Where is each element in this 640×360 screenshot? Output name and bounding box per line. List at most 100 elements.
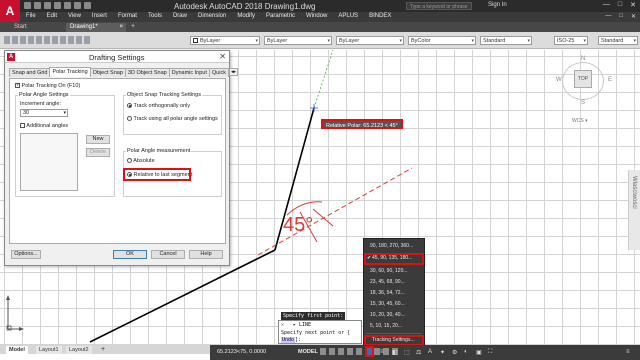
layer-isolate-icon[interactable]: [76, 36, 82, 44]
autocad-logo-button[interactable]: A: [0, 0, 20, 22]
properties-palette-strip[interactable]: Właściwości: [628, 170, 640, 250]
options-button[interactable]: Options...: [11, 250, 41, 259]
customization-menu-icon[interactable]: ≡: [626, 349, 630, 355]
dialog-title-bar[interactable]: A Drafting Settings ✕: [5, 51, 229, 63]
doc-minimize-button[interactable]: —: [605, 13, 611, 20]
layout-tab-layout2[interactable]: Layout2: [66, 346, 92, 354]
menu-window[interactable]: Window: [306, 13, 327, 19]
undo-icon[interactable]: [74, 2, 81, 9]
dynamic-input-icon[interactable]: [347, 348, 353, 355]
additional-angles-list[interactable]: [20, 133, 78, 191]
hardware-acceleration-icon[interactable]: ▣: [476, 349, 482, 356]
text-style-dropdown[interactable]: Standard: [480, 36, 532, 45]
layout-tab-layout1[interactable]: Layout1: [36, 346, 62, 354]
sign-in-link[interactable]: Sign In: [488, 2, 507, 8]
menu-draw[interactable]: Draw: [173, 13, 187, 19]
polar-tracking-on-checkbox[interactable]: Polar Tracking On (F10): [15, 82, 80, 89]
workspace-gear-icon[interactable]: ⚙: [452, 349, 457, 356]
menu-tools[interactable]: Tools: [148, 13, 162, 19]
isolate-objects-icon[interactable]: ◐: [464, 349, 468, 355]
doc-restore-button[interactable]: □: [619, 13, 623, 20]
open-file-icon[interactable]: [34, 2, 41, 9]
track-all-angles-radio[interactable]: Track using all polar angle settings: [127, 116, 218, 122]
infer-constraints-icon[interactable]: [338, 348, 344, 355]
track-orthogonally-radio[interactable]: Track orthogonally only: [127, 103, 190, 109]
new-angle-button[interactable]: New: [86, 135, 110, 144]
auto-scale-icon[interactable]: ✦: [440, 349, 445, 356]
clean-screen-icon[interactable]: ⛶: [488, 349, 492, 356]
command-line[interactable]: ✕ ▸ LINE Specify next point or [ Undo]:: [278, 320, 362, 344]
lineweight-icon[interactable]: ≡: [380, 349, 384, 355]
close-button[interactable]: ✕: [630, 1, 636, 9]
polar-menu-item-90[interactable]: 90, 180, 270, 360...: [364, 241, 424, 251]
ortho-icon[interactable]: [356, 348, 362, 355]
save-as-icon[interactable]: [54, 2, 61, 9]
redo-icon[interactable]: [84, 2, 91, 9]
tab-3d-object-snap[interactable]: 3D Object Snap: [124, 68, 170, 77]
compass-south[interactable]: S: [581, 100, 585, 106]
polar-menu-item-18[interactable]: 18, 36, 54, 72...: [364, 288, 424, 298]
tab-dynamic-input[interactable]: Dynamic Input: [168, 68, 210, 77]
coordinate-readout[interactable]: 65.2123<75, 0.0000: [217, 349, 266, 355]
annotation-visibility-icon[interactable]: A: [428, 349, 432, 355]
absolute-radio[interactable]: Absolute: [127, 158, 155, 164]
menu-aplus[interactable]: APLUS: [338, 13, 358, 19]
color-dropdown[interactable]: ByColor: [408, 36, 476, 45]
menu-edit[interactable]: Edit: [47, 13, 57, 19]
wcs-menu[interactable]: WCS ▾: [572, 118, 588, 124]
print-icon[interactable]: [64, 2, 71, 9]
menu-modify[interactable]: Modify: [237, 13, 255, 19]
polar-menu-item-45[interactable]: ✔ 45, 90, 135, 180...: [364, 253, 424, 265]
layer-previous-icon[interactable]: [68, 36, 74, 44]
color-square-icon[interactable]: [44, 36, 50, 44]
compass-north[interactable]: N: [581, 56, 585, 62]
lock-icon[interactable]: [36, 36, 42, 44]
linetype-dropdown[interactable]: ByLayer: [264, 36, 332, 45]
tab-drawing1[interactable]: Drawing1* ×: [66, 23, 126, 32]
layout-tab-model[interactable]: Model: [6, 346, 28, 354]
menu-format[interactable]: Format: [118, 13, 137, 19]
snap-icon[interactable]: [329, 348, 335, 355]
tab-polar-tracking[interactable]: Polar Tracking: [49, 67, 91, 77]
make-current-icon[interactable]: [60, 36, 66, 44]
lineweight-dropdown[interactable]: ByLayer: [336, 36, 404, 45]
menu-view[interactable]: View: [68, 13, 81, 19]
layer-zero-icon[interactable]: [52, 36, 58, 44]
bulb-icon[interactable]: [20, 36, 26, 44]
search-input[interactable]: Type a keyword or phrase: [406, 2, 472, 10]
menu-parametric[interactable]: Parametric: [266, 13, 295, 19]
model-space-button[interactable]: MODEL: [298, 349, 318, 355]
tab-snap-and-grid[interactable]: Snap and Grid: [9, 68, 51, 77]
tab-quick-properties[interactable]: Quick: [208, 68, 229, 77]
polar-menu-item-15[interactable]: 15, 30, 45, 60...: [364, 299, 424, 309]
command-close-icon[interactable]: ✕: [281, 322, 284, 328]
tab-close-icon[interactable]: ×: [119, 24, 123, 30]
compass-east[interactable]: E: [608, 77, 612, 83]
tab-object-snap[interactable]: Object Snap: [89, 68, 126, 77]
maximize-button[interactable]: □: [618, 1, 622, 9]
layer-unisolate-icon[interactable]: [84, 36, 90, 44]
polar-menu-item-23[interactable]: 23, 45, 68, 90...: [364, 277, 424, 287]
menu-bindex[interactable]: BINDEX: [369, 13, 391, 19]
annotation-scale-icon[interactable]: ⚖: [416, 349, 421, 356]
transparency-icon[interactable]: ◧: [392, 349, 398, 356]
dialog-close-button[interactable]: ✕: [219, 52, 226, 61]
add-layout-button[interactable]: +: [98, 346, 108, 354]
help-button[interactable]: Help: [189, 250, 223, 259]
undo-option[interactable]: Undo: [281, 337, 296, 343]
layer-state-icon[interactable]: [12, 36, 18, 44]
layer-dropdown[interactable]: ByLayer: [190, 36, 260, 45]
tab-start[interactable]: Start: [10, 23, 31, 32]
polar-menu-item-30[interactable]: 30, 60, 90, 120...: [364, 266, 424, 276]
new-tab-button[interactable]: +: [131, 23, 135, 30]
dim-style-dropdown[interactable]: ISO-25: [554, 36, 588, 45]
menu-file[interactable]: File: [26, 13, 36, 19]
polar-menu-item-5[interactable]: 5, 10, 15, 20...: [364, 321, 424, 331]
additional-angles-checkbox[interactable]: Additional angles: [20, 123, 68, 129]
viewcube-top-face[interactable]: TOP: [574, 70, 592, 88]
compass-west[interactable]: W: [556, 77, 562, 83]
cancel-button[interactable]: Cancel: [151, 250, 185, 259]
doc-close-button[interactable]: ✕: [631, 13, 636, 20]
viewcube[interactable]: N S W E TOP WCS ▾: [556, 56, 612, 126]
polar-menu-item-10[interactable]: 10, 20, 30, 40...: [364, 310, 424, 320]
